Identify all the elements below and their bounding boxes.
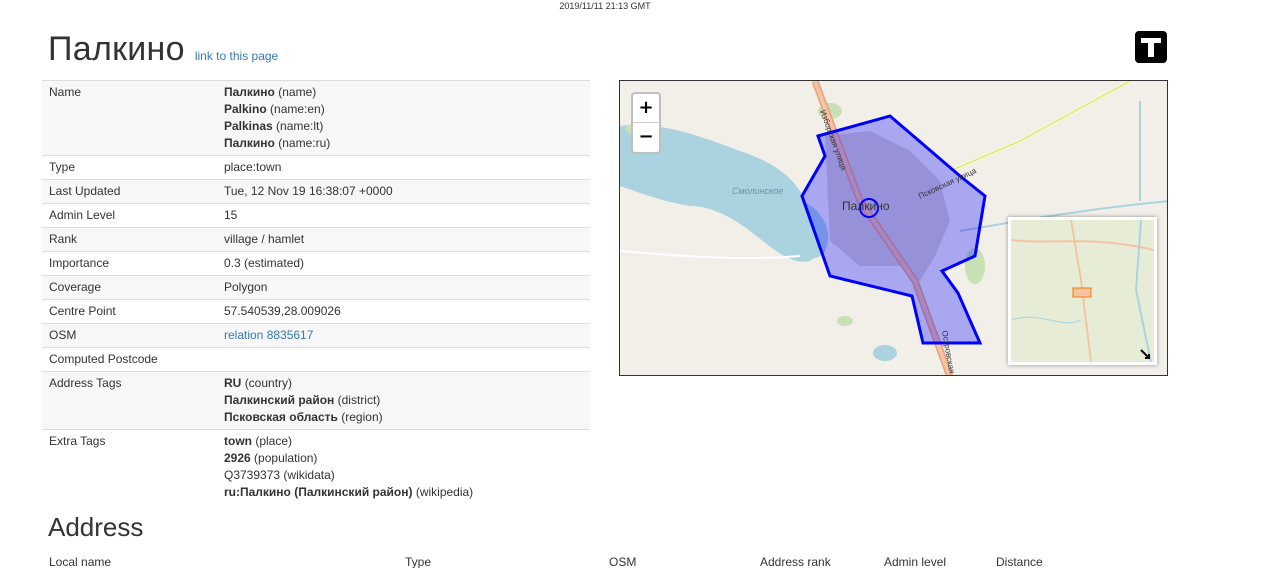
tools-logo-icon[interactable] bbox=[1135, 31, 1167, 63]
page-header: Палкино link to this page bbox=[48, 30, 278, 69]
row-rank: Rank village / hamlet bbox=[42, 227, 590, 252]
row-importance: Importance 0.3 (estimated) bbox=[42, 251, 590, 276]
value-importance: 0.3 (estimated) bbox=[217, 251, 590, 276]
col-address-rank: Address rank bbox=[760, 555, 831, 568]
row-osm: OSM relation 8835617 bbox=[42, 323, 590, 348]
col-local-name: Local name bbox=[49, 555, 112, 568]
label-postcode: Computed Postcode bbox=[42, 347, 217, 372]
row-admin-level: Admin Level 15 bbox=[42, 203, 590, 228]
boundary-polygon bbox=[800, 114, 987, 345]
value-rank: village / hamlet bbox=[217, 227, 590, 252]
col-distance: Distance bbox=[996, 555, 1043, 568]
label-importance: Importance bbox=[42, 251, 217, 276]
label-extra-tags: Extra Tags bbox=[42, 429, 217, 505]
value-postcode bbox=[217, 347, 590, 372]
label-rank: Rank bbox=[42, 227, 217, 252]
label-updated: Last Updated bbox=[42, 179, 217, 204]
extra-tag-values: town (place) 2926 (population) Q3739373 … bbox=[217, 429, 590, 505]
col-type: Type bbox=[405, 555, 432, 568]
value-type: place:town bbox=[217, 155, 590, 180]
row-name: Name Палкино (name) Palkino (name:en) Pa… bbox=[42, 80, 590, 156]
label-name: Name bbox=[42, 80, 217, 156]
value-updated: Tue, 12 Nov 19 16:38:07 +0000 bbox=[217, 179, 590, 204]
label-address-tags: Address Tags bbox=[42, 371, 217, 430]
zoom-in-button[interactable]: + bbox=[633, 94, 659, 123]
svg-text:Смолинское: Смолинское bbox=[732, 186, 783, 196]
row-updated: Last Updated Tue, 12 Nov 19 16:38:07 +00… bbox=[42, 179, 590, 204]
name-values: Палкино (name) Palkino (name:en) Palkina… bbox=[217, 80, 590, 156]
label-type: Type bbox=[42, 155, 217, 180]
address-tag-values: RU (country) Палкинский район (district)… bbox=[217, 371, 590, 430]
zoom-control: + − bbox=[631, 92, 661, 154]
value-coverage: Polygon bbox=[217, 275, 590, 300]
label-admin-level: Admin Level bbox=[42, 203, 217, 228]
row-address-tags: Address Tags RU (country) Палкинский рай… bbox=[42, 371, 590, 430]
row-extra-tags: Extra Tags town (place) 2926 (population… bbox=[42, 429, 590, 505]
col-osm: OSM bbox=[609, 555, 637, 568]
timestamp: 2019/11/11 21:13 GMT bbox=[559, 1, 651, 11]
zoom-out-button[interactable]: − bbox=[633, 123, 659, 152]
label-centre-point: Centre Point bbox=[42, 299, 217, 324]
col-admin-level: Admin level bbox=[884, 555, 947, 568]
link-to-page[interactable]: link to this page bbox=[195, 49, 278, 63]
details-table: Name Палкино (name) Palkino (name:en) Pa… bbox=[42, 80, 590, 505]
row-type: Type place:town bbox=[42, 155, 590, 180]
minimap[interactable] bbox=[1008, 217, 1157, 365]
osm-relation-link[interactable]: relation 8835617 bbox=[224, 328, 313, 342]
row-postcode: Computed Postcode bbox=[42, 347, 590, 372]
label-coverage: Coverage bbox=[42, 275, 217, 300]
map-city-label: Палкино bbox=[842, 199, 890, 213]
minimap-canvas bbox=[1011, 220, 1154, 362]
address-heading: Address bbox=[48, 512, 144, 542]
row-centre-point: Centre Point 57.540539,28.009026 bbox=[42, 299, 590, 324]
map-view[interactable]: Смолинское Псковская улица Изборская ули… bbox=[619, 80, 1168, 376]
page-title: Палкино bbox=[48, 30, 185, 68]
label-osm: OSM bbox=[42, 323, 217, 348]
row-coverage: Coverage Polygon bbox=[42, 275, 590, 300]
value-admin-level: 15 bbox=[217, 203, 590, 228]
value-centre-point: 57.540539,28.009026 bbox=[217, 299, 590, 324]
